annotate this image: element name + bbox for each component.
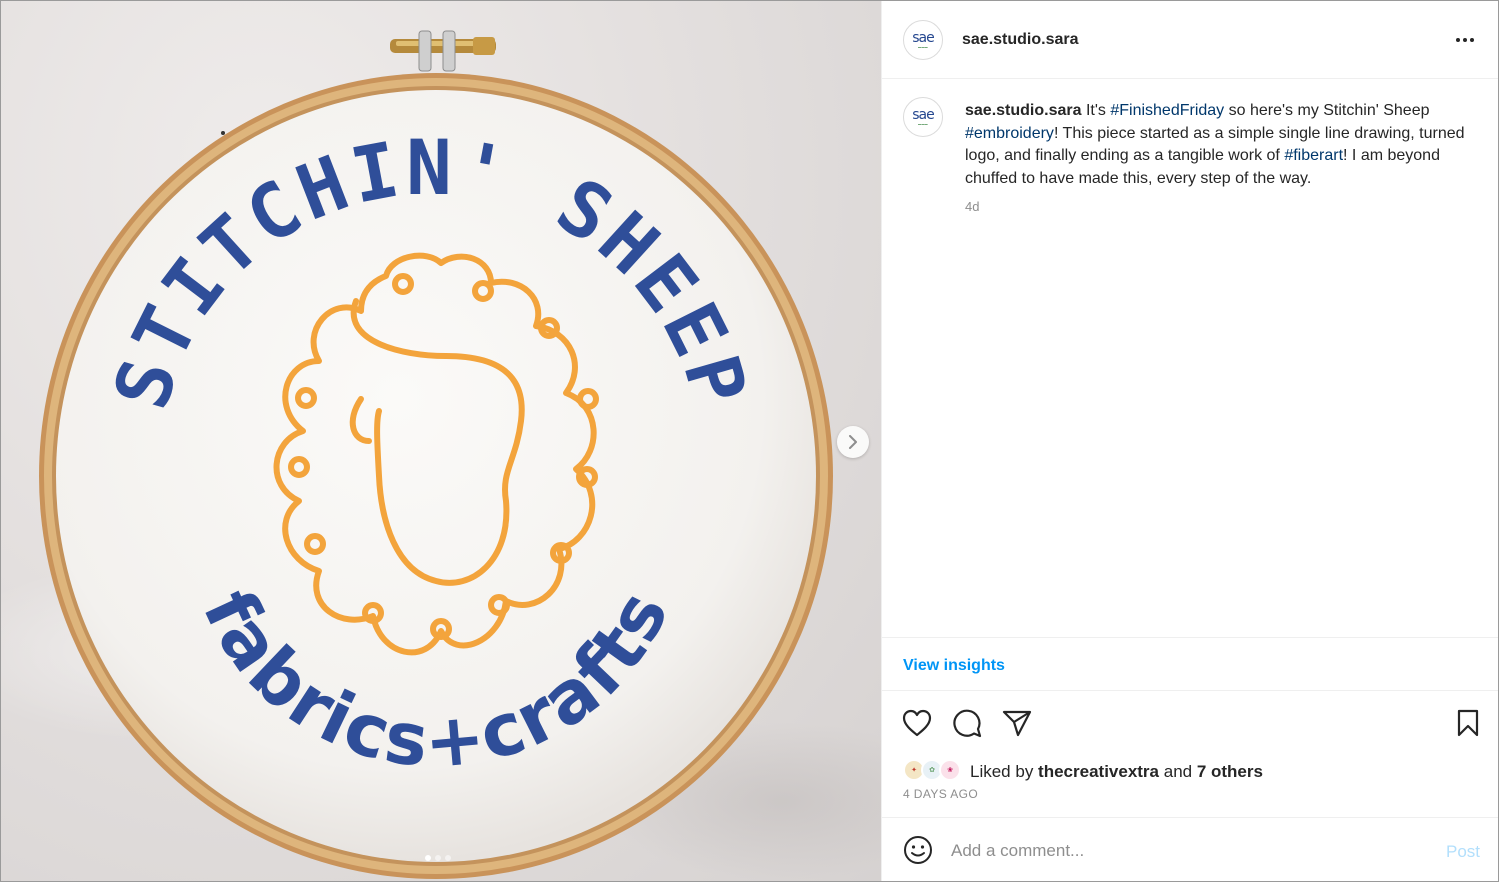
more-horizontal-icon <box>1456 38 1460 42</box>
carousel-dot <box>445 855 451 861</box>
avatar-subtext: ▬▬▬ <box>918 45 928 49</box>
post-header: sae ▬▬▬ sae.studio.sara <box>882 1 1498 79</box>
comment-input[interactable] <box>951 838 1411 864</box>
insights-bar: View insights <box>882 637 1498 691</box>
comment-bubble-icon <box>953 709 982 738</box>
carousel-dot <box>425 855 431 861</box>
emoji-button[interactable] <box>903 835 933 865</box>
comment-bar: Post <box>882 817 1498 881</box>
share-button[interactable] <box>1001 707 1033 739</box>
paper-plane-icon <box>1002 710 1032 737</box>
likes-others-link[interactable]: 7 others <box>1197 762 1263 781</box>
hoop-screw <box>390 30 496 72</box>
liked-by-prefix: Liked by <box>970 762 1039 781</box>
liked-by-middle: and <box>1159 762 1197 781</box>
bookmark-icon <box>1457 709 1479 737</box>
post-timestamp[interactable]: 4d <box>965 199 979 214</box>
caption-username[interactable]: sae.studio.sara <box>965 102 1082 119</box>
like-button[interactable] <box>901 707 933 739</box>
post-window: STITCHIN' SHEEP fabrics+crafts sae ▬▬▬ s… <box>0 0 1499 882</box>
avatar-logo: sae <box>912 107 934 123</box>
caption-text: sae.studio.sara It's #FinishedFriday so … <box>965 100 1465 191</box>
carousel-dot <box>435 855 441 861</box>
avatar[interactable]: sae ▬▬▬ <box>903 97 943 137</box>
hashtag-link[interactable]: #FinishedFriday <box>1110 102 1224 119</box>
chevron-right-icon <box>849 435 857 449</box>
heart-icon <box>902 709 932 737</box>
more-horizontal-icon <box>1470 38 1474 42</box>
more-horizontal-icon <box>1463 38 1467 42</box>
more-options-button[interactable] <box>1450 29 1480 51</box>
likes-section: ✦ ✿ ❀ Liked by thecreativextra and 7 oth… <box>882 755 1498 817</box>
caption-segment: It's <box>1081 102 1111 119</box>
post-side-panel: sae ▬▬▬ sae.studio.sara sae ▬▬▬ sae.stud… <box>881 1 1498 881</box>
liked-by-text: Liked by thecreativextra and 7 others <box>970 762 1263 782</box>
header-username[interactable]: sae.studio.sara <box>962 31 1079 49</box>
post-comment-button[interactable]: Post <box>1446 842 1480 862</box>
post-date: 4 DAYS AGO <box>903 787 979 801</box>
comment-button[interactable] <box>951 707 983 739</box>
smiley-face-icon <box>904 836 932 864</box>
avatar-logo: sae <box>912 30 934 46</box>
carousel-next-button[interactable] <box>837 426 869 458</box>
view-insights-link[interactable]: View insights <box>903 657 1005 675</box>
action-bar <box>882 691 1498 755</box>
avatar: ❀ <box>939 759 961 781</box>
hashtag-link[interactable]: #fiberart <box>1284 147 1343 164</box>
post-media[interactable]: STITCHIN' SHEEP fabrics+crafts <box>1 1 881 881</box>
caption-segment: so here's my Stitchin' Sheep <box>1224 102 1430 119</box>
avatar-subtext: ▬▬▬ <box>918 122 928 126</box>
liker-avatars[interactable]: ✦ ✿ ❀ <box>903 759 967 783</box>
embroidery-hoop-photo: STITCHIN' SHEEP fabrics+crafts <box>39 30 833 879</box>
caption-section: sae ▬▬▬ sae.studio.sara It's #FinishedFr… <box>882 79 1498 637</box>
avatar[interactable]: sae ▬▬▬ <box>903 20 943 60</box>
carousel-indicator <box>425 855 451 861</box>
hashtag-link[interactable]: #embroidery <box>965 125 1054 142</box>
liker-username[interactable]: thecreativextra <box>1038 762 1159 781</box>
save-button[interactable] <box>1452 707 1484 739</box>
